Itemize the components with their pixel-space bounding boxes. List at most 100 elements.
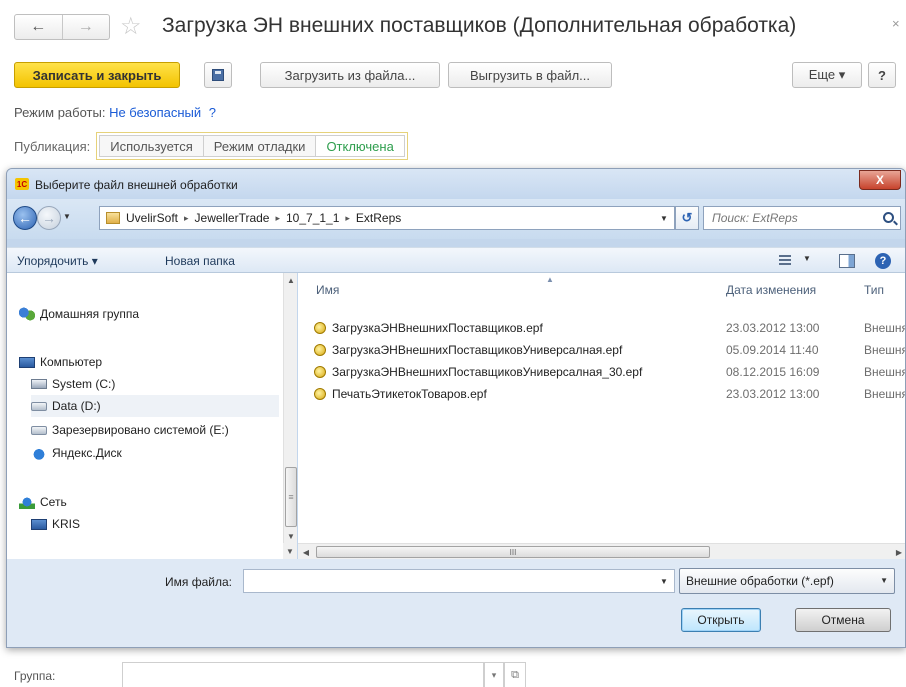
- column-header-date[interactable]: Дата изменения: [726, 283, 816, 297]
- save-and-close-button[interactable]: Записать и закрыть: [14, 62, 180, 88]
- nav-item-homegroup[interactable]: Домашняя группа: [19, 303, 291, 325]
- forward-arrow-icon[interactable]: →: [37, 206, 61, 230]
- breadcrumb-separator-icon[interactable]: ▸: [275, 213, 280, 224]
- publication-line: Публикация: Используется Режим отладки О…: [14, 132, 408, 160]
- breadcrumb-item[interactable]: UvelirSoft: [126, 211, 178, 225]
- scroll-left-icon[interactable]: ◀: [298, 544, 314, 560]
- breadcrumb-item[interactable]: JewellerTrade: [195, 211, 270, 225]
- floppy-disk-icon: [212, 69, 224, 81]
- mode-line: Режим работы: Не безопасный ?: [14, 105, 216, 120]
- file-list-hscrollbar[interactable]: ◀ III ▶: [298, 543, 905, 560]
- search-icon[interactable]: [883, 212, 894, 223]
- nav-item-label: Компьютер: [40, 355, 103, 369]
- back-arrow-icon[interactable]: ←: [13, 206, 37, 230]
- sort-ascending-icon: ▲: [546, 275, 554, 284]
- file-type: Внешня: [864, 387, 906, 401]
- back-button[interactable]: ←: [15, 15, 62, 39]
- file-type-filter-select[interactable]: Внешние обработки (*.epf) ▼: [679, 568, 895, 594]
- nav-item-kris[interactable]: KRIS: [31, 513, 303, 535]
- drive-icon: [31, 425, 47, 435]
- scroll-right-icon[interactable]: ▶: [891, 544, 905, 560]
- form-close-button[interactable]: ×: [892, 16, 900, 31]
- scroll-up-icon[interactable]: ▲: [284, 273, 298, 287]
- file-type: Внешня: [864, 343, 906, 357]
- publication-option-debug[interactable]: Режим отладки: [203, 135, 317, 157]
- cancel-button[interactable]: Отмена: [795, 608, 891, 632]
- history-nav: ← →: [14, 14, 110, 40]
- favorite-star-icon[interactable]: ☆: [120, 12, 142, 41]
- help-button[interactable]: ?: [868, 62, 896, 88]
- nav-item-label: Data (D:): [52, 399, 101, 413]
- file-row[interactable]: ЗагрузкаЭНВнешнихПоставщиков.epf 23.03.2…: [298, 317, 905, 339]
- file-type: Внешня: [864, 365, 906, 379]
- file-open-dialog: 1С Выберите файл внешней обработки X ← →…: [6, 168, 906, 648]
- nav-item-network[interactable]: Сеть: [19, 491, 291, 513]
- epf-file-icon: [314, 322, 326, 334]
- publication-option-disabled[interactable]: Отключена: [316, 135, 405, 157]
- help-icon[interactable]: ?: [875, 253, 891, 269]
- publication-label: Публикация:: [14, 138, 91, 154]
- group-open-button[interactable]: ⧉: [504, 662, 526, 687]
- scroll-down-icon[interactable]: ▼: [284, 529, 298, 543]
- file-row[interactable]: ПечатьЭтикетокТоваров.epf 23.03.2012 13:…: [298, 383, 906, 405]
- open-button[interactable]: Открыть: [681, 608, 761, 632]
- folder-icon: [106, 212, 120, 224]
- computer-icon: [19, 356, 35, 368]
- mode-help-link[interactable]: ?: [209, 105, 216, 120]
- breadcrumb-item[interactable]: 10_7_1_1: [286, 211, 339, 225]
- scroll-down-icon[interactable]: ▼: [283, 543, 297, 559]
- dialog-close-button[interactable]: X: [859, 170, 901, 190]
- nav-item-data-d[interactable]: Data (D:): [31, 395, 279, 417]
- history-dropdown-icon[interactable]: ▼: [63, 212, 71, 221]
- organize-button[interactable]: Упорядочить ▾: [17, 254, 98, 268]
- epf-file-icon: [314, 344, 326, 356]
- search-placeholder: Поиск: ExtReps: [712, 211, 798, 225]
- export-to-file-button[interactable]: Выгрузить в файл...: [448, 62, 612, 88]
- file-row[interactable]: ЗагрузкаЭНВнешнихПоставщиковУниверсалная…: [298, 361, 906, 383]
- network-icon: [19, 495, 35, 509]
- save-button[interactable]: [204, 62, 232, 88]
- group-input[interactable]: [122, 662, 484, 687]
- forward-button[interactable]: →: [61, 15, 110, 39]
- refresh-icon[interactable]: ↺: [675, 206, 699, 230]
- drive-icon: [31, 401, 47, 411]
- nav-item-reserved-e[interactable]: Зарезервировано системой (E:): [31, 419, 303, 441]
- load-from-file-button[interactable]: Загрузить из файла...: [260, 62, 440, 88]
- file-date: 23.03.2012 13:00: [726, 387, 820, 401]
- group-dropdown-button[interactable]: ▾: [484, 662, 504, 687]
- column-header-type[interactable]: Тип: [864, 283, 884, 297]
- address-bar[interactable]: UvelirSoft ▸ JewellerTrade ▸ 10_7_1_1 ▸ …: [99, 206, 675, 230]
- command-bar: Упорядочить ▾ Новая папка ▼ ?: [7, 247, 905, 273]
- publication-option-used[interactable]: Используется: [99, 135, 204, 157]
- view-mode-icon[interactable]: [779, 255, 791, 267]
- dialog-bottom-panel: Имя файла: ▼ Внешние обработки (*.epf) ▼…: [7, 559, 905, 647]
- navigation-pane: Домашняя группа Компьютер System (C:) Da…: [7, 273, 297, 559]
- address-dropdown-icon[interactable]: ▼: [655, 206, 673, 230]
- file-date: 05.09.2014 11:40: [726, 343, 819, 357]
- hscroll-thumb[interactable]: III: [316, 546, 710, 558]
- dialog-title: Выберите файл внешней обработки: [35, 178, 238, 192]
- filename-dropdown-icon[interactable]: ▼: [653, 569, 675, 593]
- breadcrumb-item[interactable]: ExtReps: [356, 211, 401, 225]
- nav-item-computer[interactable]: Компьютер: [19, 351, 291, 373]
- nav-item-system-c[interactable]: System (C:): [31, 373, 303, 395]
- more-menu-button[interactable]: Еще ▾: [792, 62, 862, 88]
- breadcrumb-separator-icon[interactable]: ▸: [345, 213, 350, 224]
- breadcrumb-separator-icon[interactable]: ▸: [184, 213, 189, 224]
- preview-pane-icon[interactable]: [839, 254, 855, 268]
- search-input[interactable]: Поиск: ExtReps: [703, 206, 901, 230]
- file-row[interactable]: ЗагрузкаЭНВнешнихПоставщиковУниверсалная…: [298, 339, 906, 361]
- column-header-name[interactable]: Имя: [316, 283, 339, 297]
- nav-item-label: Сеть: [40, 495, 67, 509]
- chevron-down-icon: ▼: [880, 576, 888, 585]
- nav-item-yandex-disk[interactable]: Яндекс.Диск: [31, 442, 303, 464]
- view-mode-dropdown-icon[interactable]: ▼: [803, 254, 811, 263]
- form-toolbar: Записать и закрыть Загрузить из файла...…: [14, 62, 896, 88]
- new-folder-button[interactable]: Новая папка: [165, 254, 235, 268]
- filename-label: Имя файла:: [165, 575, 232, 589]
- filename-input[interactable]: [243, 569, 675, 593]
- nav-item-label: Домашняя группа: [40, 307, 140, 321]
- mode-value-link[interactable]: Не безопасный: [109, 105, 201, 120]
- scroll-thumb[interactable]: ≡: [285, 467, 297, 527]
- nav-pane-scrollbar[interactable]: ▲ ≡ ▼: [283, 273, 297, 543]
